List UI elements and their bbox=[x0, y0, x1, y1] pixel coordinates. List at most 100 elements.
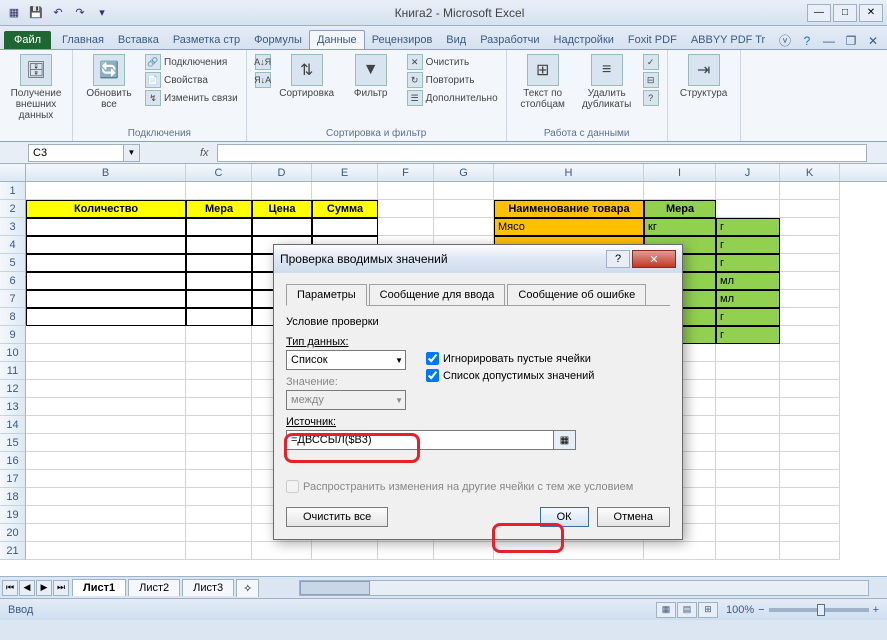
cell[interactable] bbox=[780, 218, 840, 236]
row-header[interactable]: 20 bbox=[0, 524, 26, 542]
row-header[interactable]: 21 bbox=[0, 542, 26, 560]
close-button[interactable]: ✕ bbox=[859, 4, 883, 22]
cell[interactable]: Цена bbox=[252, 200, 312, 218]
tab-foxit[interactable]: Foxit PDF bbox=[621, 30, 684, 49]
cell[interactable] bbox=[780, 362, 840, 380]
cell[interactable] bbox=[186, 470, 252, 488]
row-header[interactable]: 15 bbox=[0, 434, 26, 452]
select-all-corner[interactable] bbox=[0, 164, 26, 181]
cell[interactable] bbox=[378, 542, 434, 560]
remove-duplicates-button[interactable]: ≡Удалить дубликаты bbox=[579, 54, 635, 110]
sheet-nav-next-icon[interactable]: ▶ bbox=[36, 580, 52, 596]
new-sheet-button[interactable]: ✧ bbox=[236, 579, 259, 597]
cell[interactable] bbox=[716, 542, 780, 560]
save-icon[interactable]: 💾 bbox=[26, 3, 46, 23]
outline-button[interactable]: ⇥Структура bbox=[676, 54, 732, 99]
cell[interactable] bbox=[434, 182, 494, 200]
col-header[interactable]: G bbox=[434, 164, 494, 181]
cell[interactable] bbox=[26, 470, 186, 488]
cell[interactable] bbox=[26, 254, 186, 272]
cell[interactable] bbox=[186, 308, 252, 326]
cell[interactable] bbox=[780, 380, 840, 398]
edit-links-button[interactable]: ↯Изменить связи bbox=[145, 90, 238, 106]
row-header[interactable]: 9 bbox=[0, 326, 26, 344]
sort-asc-button[interactable]: A↓Я bbox=[255, 54, 271, 70]
cell[interactable] bbox=[186, 506, 252, 524]
cell[interactable] bbox=[26, 452, 186, 470]
cell[interactable] bbox=[186, 326, 252, 344]
cell[interactable] bbox=[26, 380, 186, 398]
cell[interactable] bbox=[716, 200, 780, 218]
cell[interactable] bbox=[716, 506, 780, 524]
row-header[interactable]: 3 bbox=[0, 218, 26, 236]
cell[interactable] bbox=[716, 398, 780, 416]
cell[interactable] bbox=[26, 362, 186, 380]
zoom-out-button[interactable]: − bbox=[758, 604, 764, 616]
consolidate-button[interactable]: ⊟ bbox=[643, 72, 659, 88]
cell[interactable] bbox=[26, 434, 186, 452]
cell[interactable]: г bbox=[716, 254, 780, 272]
cell[interactable] bbox=[494, 542, 644, 560]
cell[interactable] bbox=[780, 236, 840, 254]
whatif-button[interactable]: ? bbox=[643, 90, 659, 106]
cell[interactable]: г bbox=[716, 326, 780, 344]
cell[interactable] bbox=[186, 290, 252, 308]
cell[interactable] bbox=[312, 218, 378, 236]
col-header[interactable]: E bbox=[312, 164, 378, 181]
tab-review[interactable]: Рецензиров bbox=[365, 30, 440, 49]
ignore-blank-checkbox[interactable]: Игнорировать пустые ячейки bbox=[426, 352, 594, 365]
cell[interactable] bbox=[494, 182, 644, 200]
filter-button[interactable]: ▼Фильтр bbox=[343, 54, 399, 99]
clear-filter-button[interactable]: ✕Очистить bbox=[407, 54, 498, 70]
cell[interactable]: мл bbox=[716, 272, 780, 290]
cell[interactable] bbox=[26, 416, 186, 434]
tab-abbyy[interactable]: ABBYY PDF Tr bbox=[684, 30, 772, 49]
dialog-titlebar[interactable]: Проверка вводимых значений ? ✕ bbox=[274, 245, 682, 273]
cell[interactable] bbox=[186, 524, 252, 542]
tab-formulas[interactable]: Формулы bbox=[247, 30, 309, 49]
cell[interactable] bbox=[780, 398, 840, 416]
cell[interactable]: Мера bbox=[644, 200, 716, 218]
cell[interactable] bbox=[434, 200, 494, 218]
doc-restore-icon[interactable]: ❐ bbox=[843, 34, 859, 48]
cell[interactable]: г bbox=[716, 308, 780, 326]
cell[interactable] bbox=[780, 524, 840, 542]
range-picker-icon[interactable]: ▦ bbox=[554, 430, 576, 450]
cell[interactable] bbox=[378, 200, 434, 218]
cell[interactable] bbox=[716, 344, 780, 362]
source-input[interactable]: =ДВССЫЛ($B3) bbox=[286, 430, 554, 450]
cell[interactable] bbox=[26, 524, 186, 542]
cell[interactable] bbox=[186, 434, 252, 452]
view-layout-icon[interactable]: ▤ bbox=[677, 602, 697, 618]
col-header[interactable]: H bbox=[494, 164, 644, 181]
ribbon-minimize-icon[interactable]: ⓥ bbox=[777, 32, 793, 49]
cell[interactable] bbox=[186, 182, 252, 200]
qat-dropdown-icon[interactable]: ▾ bbox=[92, 3, 112, 23]
cell[interactable] bbox=[434, 218, 494, 236]
cell[interactable] bbox=[780, 488, 840, 506]
clear-all-button[interactable]: Очистить все bbox=[286, 507, 388, 527]
row-header[interactable]: 2 bbox=[0, 200, 26, 218]
cell[interactable] bbox=[780, 326, 840, 344]
cell[interactable] bbox=[716, 182, 780, 200]
sort-desc-button[interactable]: Я↓A bbox=[255, 72, 271, 88]
cell[interactable] bbox=[26, 236, 186, 254]
data-validation-button[interactable]: ✓ bbox=[643, 54, 659, 70]
cell[interactable] bbox=[716, 452, 780, 470]
cell[interactable]: Сумма bbox=[312, 200, 378, 218]
cell[interactable] bbox=[186, 380, 252, 398]
advanced-button[interactable]: ☰Дополнительно bbox=[407, 90, 498, 106]
fx-icon[interactable]: fx bbox=[200, 147, 209, 159]
cell[interactable] bbox=[716, 470, 780, 488]
get-external-data-button[interactable]: 🗄 Получение внешних данных bbox=[8, 54, 64, 121]
cell[interactable] bbox=[186, 542, 252, 560]
col-header[interactable]: C bbox=[186, 164, 252, 181]
cell[interactable]: Количество bbox=[26, 200, 186, 218]
row-header[interactable]: 1 bbox=[0, 182, 26, 200]
cell[interactable] bbox=[186, 398, 252, 416]
doc-close-icon[interactable]: ✕ bbox=[865, 34, 881, 48]
properties-button[interactable]: 📄Свойства bbox=[145, 72, 238, 88]
dialog-tab-input-message[interactable]: Сообщение для ввода bbox=[369, 284, 506, 306]
cell[interactable] bbox=[26, 218, 186, 236]
doc-minimize-icon[interactable]: — bbox=[821, 34, 837, 48]
